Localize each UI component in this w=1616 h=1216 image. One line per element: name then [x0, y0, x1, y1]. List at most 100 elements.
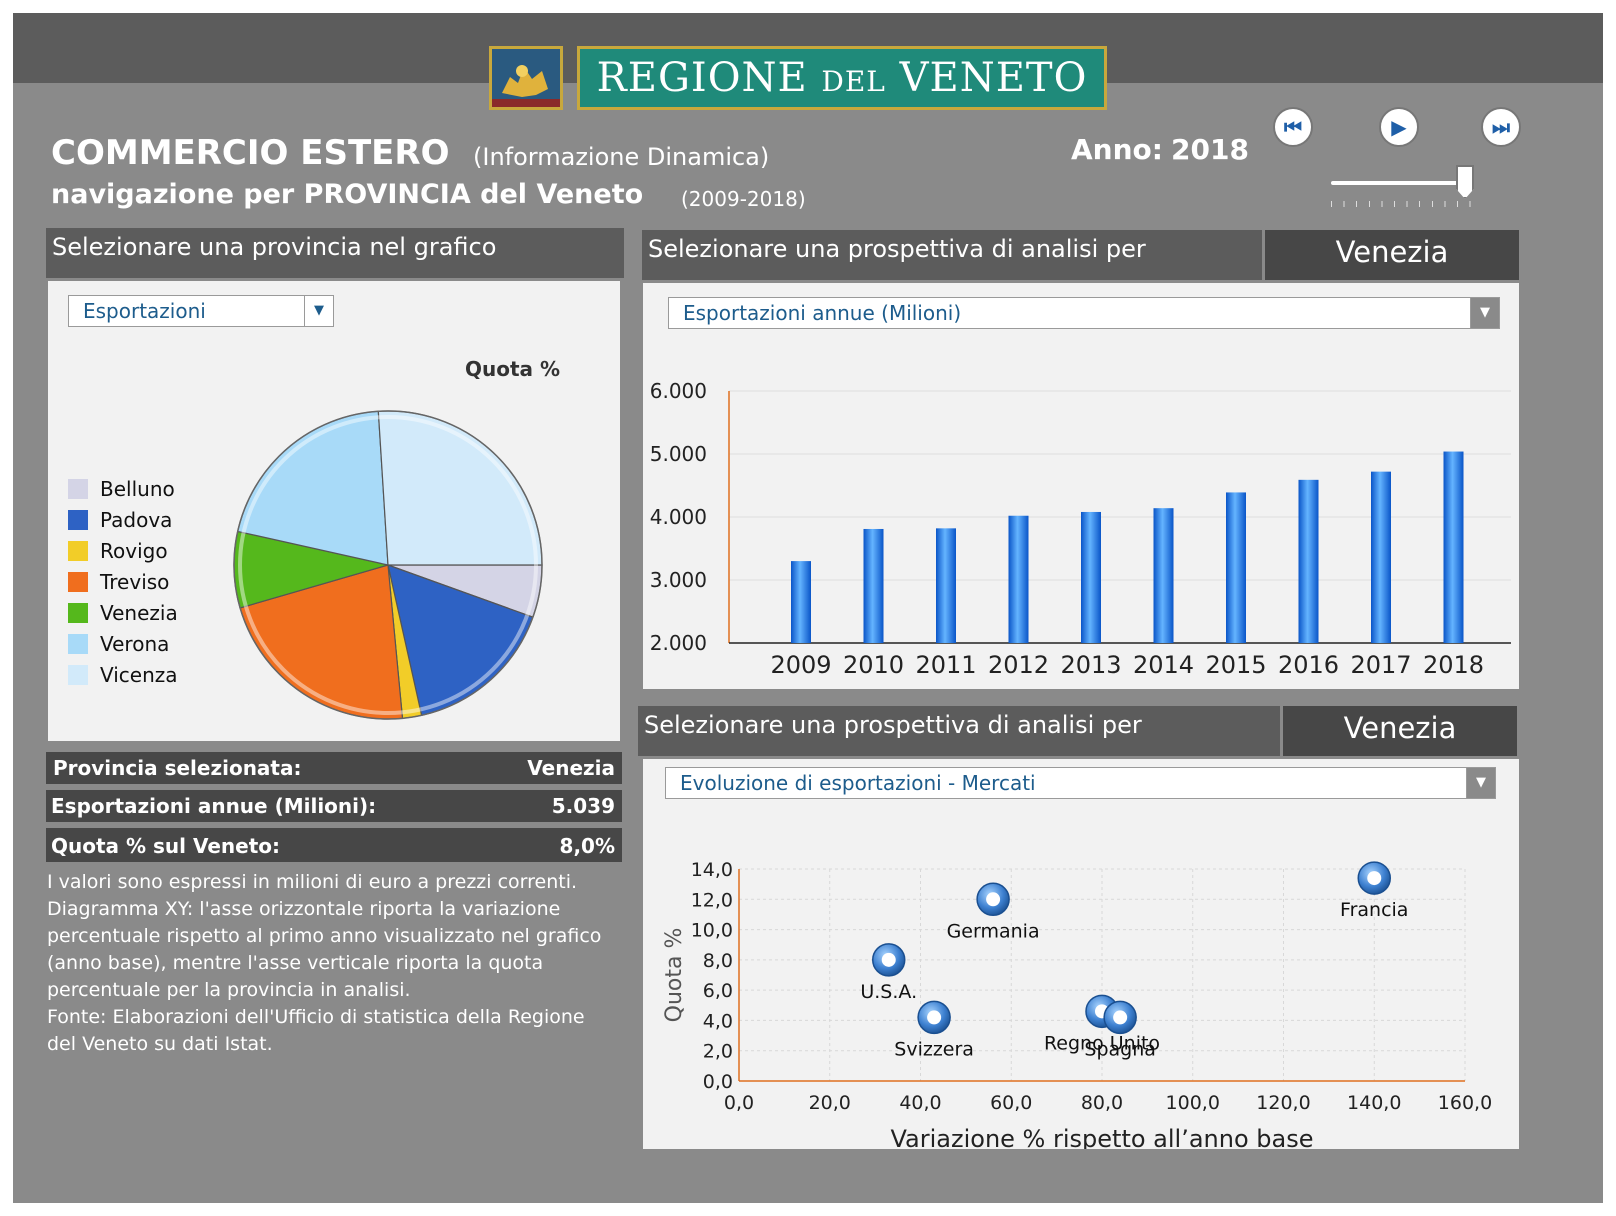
left-panel-header: Selezionare una provincia nel grafico — [46, 228, 624, 278]
x-tick-label: 2011 — [915, 651, 976, 679]
bar-2010[interactable] — [863, 528, 884, 643]
legend-swatch — [68, 541, 88, 561]
year-value: 2018 — [1171, 133, 1249, 166]
app-window: REGIONE DEL VENETO COMMERCIO ESTERO (Inf… — [13, 13, 1603, 1203]
markets-scatter-chart: 0,0 2,0 4,0 6,0 8,0 10,0 12,0 14,0 0,0 20,0 40,0 60… — [662, 859, 1492, 1149]
province-pie-chart[interactable] — [228, 407, 548, 727]
bar-2015[interactable] — [1226, 492, 1246, 643]
legend-swatch — [68, 603, 88, 623]
provincia-value: Venezia — [527, 756, 615, 780]
scatter-point-label: Svizzera — [894, 1038, 974, 1060]
logo-text-2: VENETO — [899, 55, 1088, 101]
bar-measure-dropdown-value: Esportazioni annue (Milioni) — [683, 301, 962, 325]
x-tick-label: 2015 — [1205, 651, 1266, 679]
year-range: (2009-2018) — [681, 187, 806, 211]
x-tick-label: 80,0 — [1081, 1092, 1123, 1114]
top-right-province: Venezia — [1265, 230, 1519, 280]
legend-item[interactable]: Verona — [68, 632, 208, 656]
legend-item[interactable]: Treviso — [68, 570, 208, 594]
scatter-point-label: Francia — [1340, 899, 1408, 921]
x-tick-label: 2012 — [988, 651, 1049, 679]
x-tick-label: 2013 — [1060, 651, 1121, 679]
bar-2014[interactable] — [1153, 508, 1174, 643]
year-slider[interactable] — [1331, 181, 1471, 185]
bar-2011[interactable] — [936, 528, 956, 643]
scatter-point-label: Spagna — [1084, 1038, 1156, 1060]
legend-label: Vicenza — [100, 663, 178, 687]
x-tick-label: 0,0 — [724, 1092, 754, 1114]
x-tick-label: 100,0 — [1166, 1092, 1220, 1114]
quota-value: 8,0% — [559, 834, 615, 858]
x-tick-label: 40,0 — [899, 1092, 941, 1114]
x-axis-title: Variazione % rispetto all’anno base — [891, 1125, 1314, 1149]
quota-label: Quota % sul Veneto: — [51, 834, 281, 858]
play-icon: ▶ — [1391, 115, 1407, 139]
bar-2012[interactable] — [1008, 515, 1029, 643]
x-tick-label: 160,0 — [1438, 1092, 1492, 1114]
legend-item[interactable]: Vicenza — [68, 663, 208, 687]
x-tick-label: 2014 — [1133, 651, 1194, 679]
chevron-down-icon: ▼ — [304, 296, 333, 326]
scatter-measure-dropdown-value: Evoluzione di esportazioni - Mercati — [680, 771, 1036, 795]
measure-dropdown-value: Esportazioni — [83, 299, 206, 323]
x-tick-label: 2009 — [770, 651, 831, 679]
y-tick-label: 12,0 — [691, 889, 733, 911]
x-tick-label: 2016 — [1278, 651, 1339, 679]
page-subtitle: (Informazione Dinamica) — [473, 143, 770, 171]
bar-2009[interactable] — [791, 561, 811, 643]
y-tick-label: 14,0 — [691, 859, 733, 881]
legend-label: Venezia — [100, 601, 178, 625]
year-slider-ticks — [1331, 201, 1471, 207]
year-slider-thumb[interactable] — [1456, 165, 1474, 199]
y-tick-label: 10,0 — [691, 920, 733, 942]
legend-item[interactable]: Belluno — [68, 477, 208, 501]
scatter-point-center — [1113, 1010, 1128, 1025]
legend-item[interactable]: Venezia — [68, 601, 208, 625]
scatter-point-center — [927, 1010, 942, 1025]
x-tick-label: 2017 — [1350, 651, 1411, 679]
y-tick-label: 5.000 — [650, 442, 707, 466]
scatter-point-center — [881, 952, 896, 967]
y-tick-label: 0,0 — [703, 1071, 733, 1093]
y-tick-label: 4.000 — [650, 505, 707, 529]
skip-back-icon: ⏮ — [1284, 115, 1302, 139]
legend-label: Rovigo — [100, 539, 168, 563]
y-axis-title: Quota % — [662, 928, 687, 1023]
pie-panel: Esportazioni ▼ Quota % Belluno Padova Rovi… — [48, 281, 620, 741]
scatter-point-center — [986, 892, 1001, 907]
measure-dropdown[interactable]: Esportazioni ▼ — [68, 295, 334, 327]
info-provincia-row: Provincia selezionata: Venezia — [46, 752, 622, 784]
skip-forward-icon: ⏭ — [1492, 115, 1510, 139]
legend-item[interactable]: Rovigo — [68, 539, 208, 563]
pie-legend: Belluno Padova Rovigo Treviso Venezia Verona V… — [68, 477, 208, 695]
logo-text: REGIONE — [596, 55, 808, 101]
y-tick-label: 6.000 — [650, 379, 707, 403]
bar-2018[interactable] — [1443, 451, 1464, 643]
bar-2013[interactable] — [1081, 511, 1101, 643]
legend-label: Verona — [100, 632, 170, 656]
legend-item[interactable]: Padova — [68, 508, 208, 532]
pie-title: Quota % — [465, 357, 561, 381]
bar-panel: Esportazioni annue (Milioni) ▼ 2.000 3.00… — [643, 283, 1519, 689]
page-nav-title: navigazione per PROVINCIA del Veneto — [51, 179, 644, 210]
x-tick-label: 60,0 — [990, 1092, 1032, 1114]
bar-measure-dropdown[interactable]: Esportazioni annue (Milioni) ▼ — [668, 297, 1500, 329]
legend-swatch — [68, 665, 88, 685]
top-right-header: Selezionare una prospettiva di analisi p… — [642, 230, 1262, 280]
next-year-button[interactable]: ⏭ — [1481, 107, 1521, 147]
legend-swatch — [68, 479, 88, 499]
scatter-measure-dropdown[interactable]: Evoluzione di esportazioni - Mercati ▼ — [665, 767, 1496, 799]
x-tick-label: 120,0 — [1256, 1092, 1310, 1114]
lion-emblem-icon — [489, 46, 563, 110]
bar-2016[interactable] — [1298, 479, 1319, 643]
legend-label: Padova — [100, 508, 173, 532]
logo-text-small: DEL — [821, 65, 886, 98]
play-button[interactable]: ▶ — [1379, 107, 1419, 147]
legend-swatch — [68, 510, 88, 530]
y-tick-label: 8,0 — [703, 950, 733, 972]
bar-2017[interactable] — [1371, 471, 1391, 643]
bottom-right-header: Selezionare una prospettiva di analisi p… — [638, 706, 1280, 756]
x-tick-label: 2018 — [1423, 651, 1484, 679]
x-tick-label: 2010 — [843, 651, 904, 679]
previous-year-button[interactable]: ⏮ — [1273, 107, 1313, 147]
